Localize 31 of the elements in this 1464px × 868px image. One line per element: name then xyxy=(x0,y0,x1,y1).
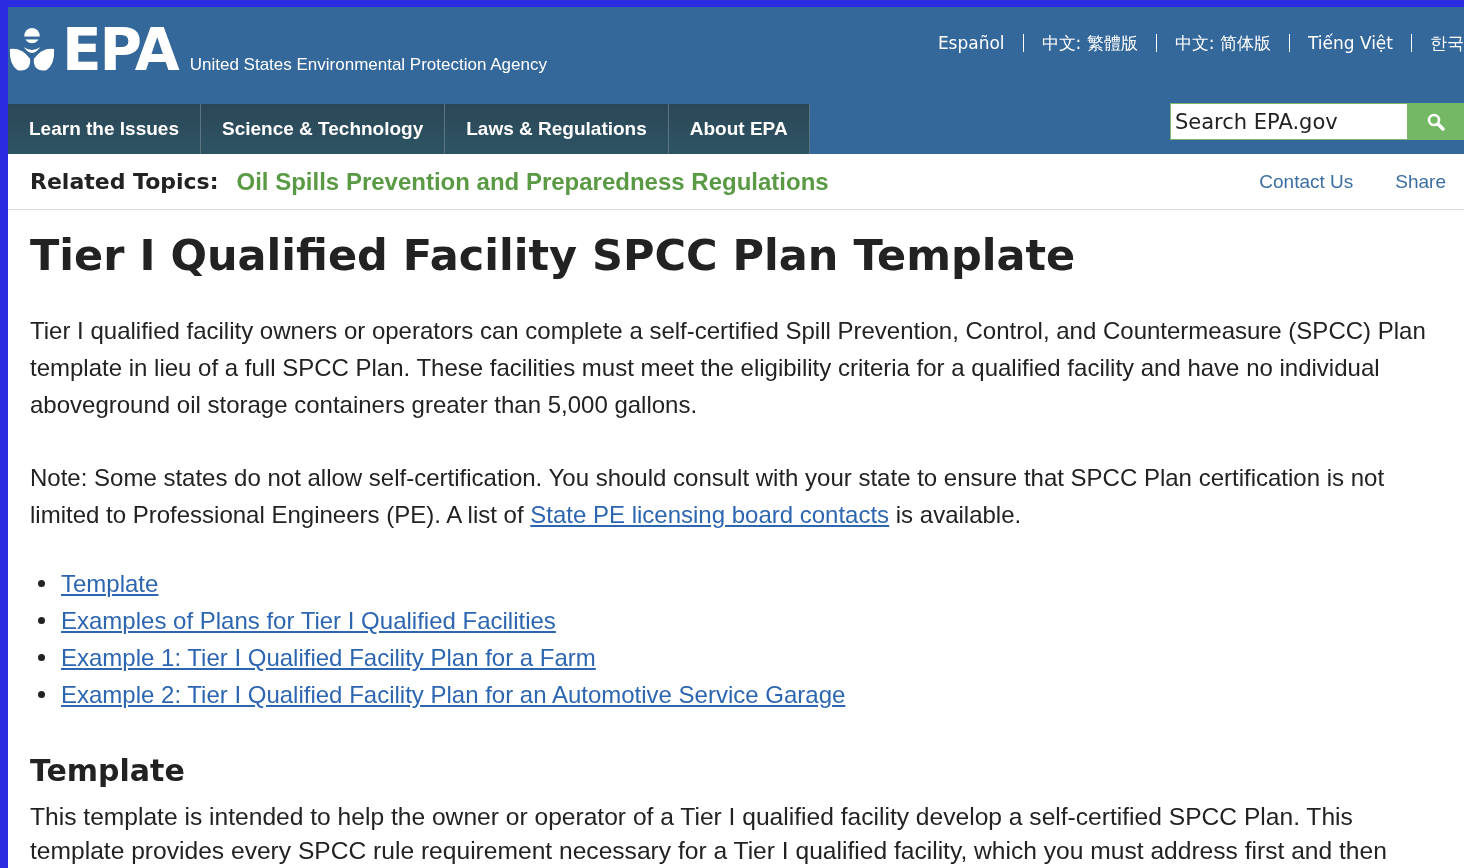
nav-tab[interactable]: Laws & Regulations xyxy=(445,104,669,154)
language-link[interactable]: 한국 xyxy=(1430,31,1464,55)
language-link[interactable]: Español xyxy=(937,33,1005,53)
related-topics-label: Related Topics: xyxy=(30,169,219,194)
list-link[interactable]: Example 1: Tier I Qualified Facility Plan for a Farm xyxy=(61,638,596,676)
language-link[interactable]: Tiếng Việt xyxy=(1307,33,1393,53)
paragraph: This template is intended to help the owner or operator of a Tier I qualified facility develop a self-certified SPCC Plan. This template provides every SPCC rule requirement necessary for a Tier I qualified facility, which you must address first and then xyxy=(30,801,1388,866)
list-link[interactable]: Template xyxy=(61,564,159,602)
bullet-icon xyxy=(38,653,45,661)
related-topic-link[interactable]: Oil Spills Prevention and Preparedness Regulations xyxy=(236,167,829,196)
agency-name: United States Environmental Protection Agency xyxy=(189,55,547,75)
epa-logo[interactable]: EPA xyxy=(62,25,178,75)
list-link[interactable]: Example 2: Tier I Qualified Facility Plan for an Automotive Service Garage xyxy=(61,675,846,713)
bullet-icon xyxy=(38,616,45,624)
text-link[interactable]: State PE licensing board contacts xyxy=(530,500,890,528)
bullet-icon xyxy=(38,690,45,698)
paragraph: Note: Some states do not allow self-certification. You should consult with your state to ensure that SPCC Plan certification is not limited to Professional Engineers (PE). A list of State PE licensing board contacts is available. xyxy=(30,462,1386,530)
paragraph: Tier I qualified facility owners or operators can complete a self-certified Spill Prevention, Control, and Countermeasure (SPCC) Plan template in lieu of a full SPCC Plan. These facilities must meet the eligibility criteria for a qualified facility and have no individual aboveground oil storage containers greater than 5,000 gallons. xyxy=(30,315,1427,420)
nav-tab[interactable]: Learn the Issues xyxy=(8,104,201,154)
language-link[interactable]: 中文: 繁體版 xyxy=(1041,31,1138,55)
page-title: Tier I Qualified Facility SPCC Plan Template xyxy=(30,230,1077,282)
list-link[interactable]: Examples of Plans for Tier I Qualified Facilities xyxy=(61,601,556,639)
search-field[interactable]: Search EPA.gov xyxy=(1170,103,1408,140)
section-heading: Template xyxy=(30,752,186,788)
nav-tab[interactable]: Science & Technology xyxy=(200,104,446,154)
language-link[interactable]: 中文: 简体版 xyxy=(1174,31,1271,55)
utility-link[interactable]: Contact Us xyxy=(1259,170,1354,193)
search-icon xyxy=(1426,111,1446,132)
bullet-icon xyxy=(38,579,45,587)
utility-link[interactable]: Share xyxy=(1395,170,1446,193)
nav-tab[interactable]: About EPA xyxy=(668,104,810,154)
